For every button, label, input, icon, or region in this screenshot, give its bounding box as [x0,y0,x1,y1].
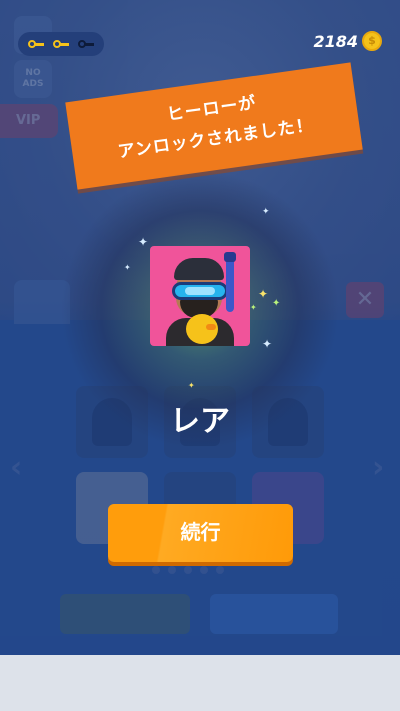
game-screen: NO ADS VIP ✕ ‹ › 2184 $ ヒーローが アンロックされました… [0,0,400,655]
hero-portrait [150,246,250,346]
sparkle-icon: ✦ [138,235,149,249]
continue-button[interactable]: 続行 [108,504,293,562]
keys-counter [18,32,104,56]
sparkle-icon: ✦ [272,298,281,309]
key-icon [28,38,45,50]
key-icon [52,38,69,50]
beanie-icon [174,258,224,280]
rarity-label: レア [170,404,230,439]
sparkle-icon: ✦ [262,207,270,217]
key-icon [77,38,94,50]
coin-balance: 2184 [313,31,358,51]
sparkle-icon: ✦ [250,303,257,312]
coin-counter: 2184 $ [313,31,382,51]
coin-icon: $ [362,31,382,51]
sparkle-icon: ✦ [124,263,131,272]
snorkel-icon [224,252,236,312]
sparkle-icon: ✦ [258,287,269,301]
rubber-duck-icon [186,314,218,344]
sparkle-icon: ✦ [188,381,195,390]
sparkle-icon: ✦ [262,337,273,351]
diving-mask-icon [172,282,228,300]
bottom-bar [0,655,400,711]
